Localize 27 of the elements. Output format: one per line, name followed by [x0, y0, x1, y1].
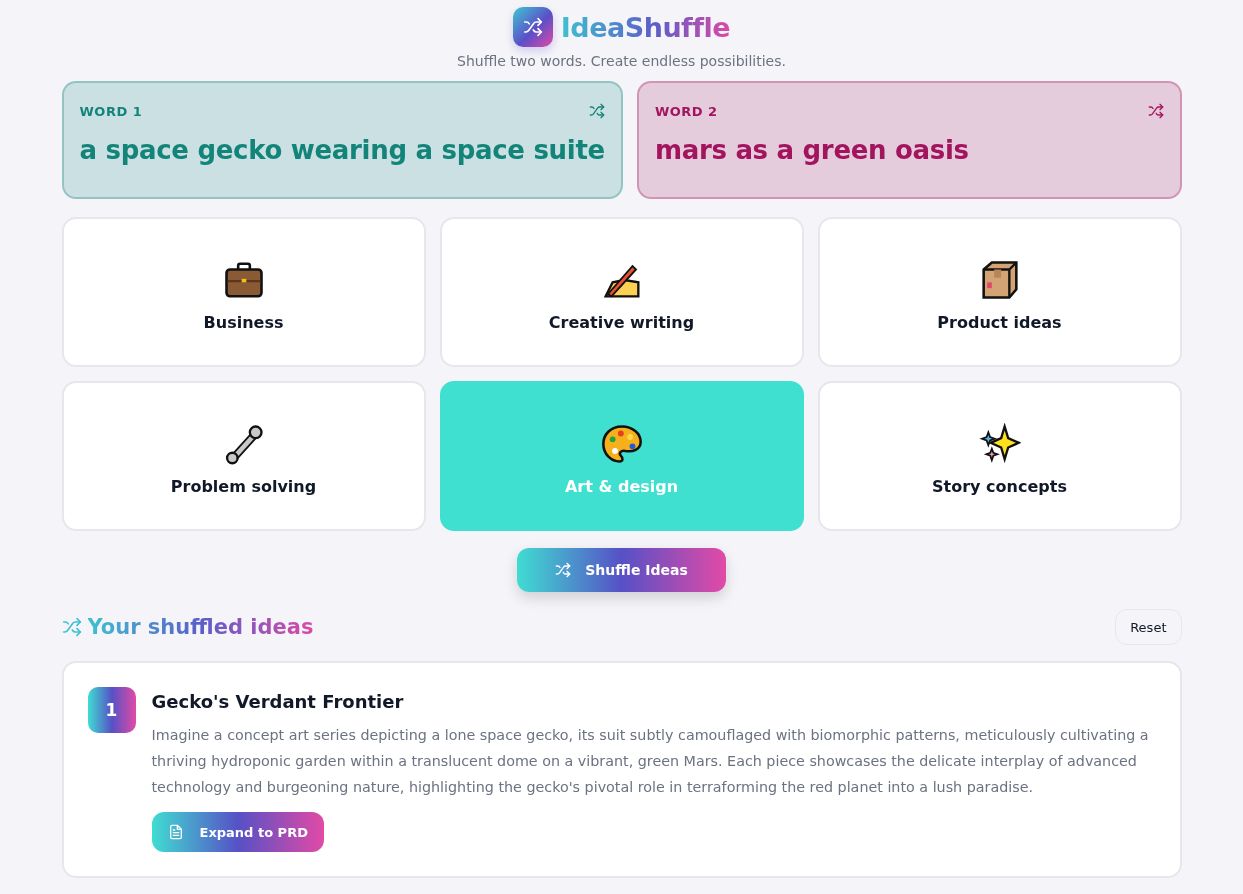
idea-title: Gecko's Verdant Frontier — [151, 691, 405, 712]
expand-button[interactable]: Expand to PRD — [151, 812, 324, 852]
reset-button[interactable]: Reset — [1115, 609, 1182, 645]
word-value: a space gecko wearing a space suite — [79, 135, 605, 165]
category-card[interactable]: Product ideas — [817, 217, 1182, 367]
word-value: mars as a green oasis — [654, 135, 970, 165]
shuffle-icon — [555, 562, 572, 578]
tagline: Shuffle two words. Create endless possibilities. — [457, 53, 786, 69]
word-label: WORD 2 — [654, 103, 718, 119]
sparkles-icon — [978, 423, 1021, 465]
idea-number: 1 — [87, 687, 136, 733]
idea-description: Imagine a concept art series depicting a lone space gecko, its suit subtly camouflaged with biomorphic patterns, meticulously cultivating a thriving hydroponic garden within a translucent dome on a vibrant, green Mars. Each piece showcases the delicate interplay of advanced technology and burgeoning nature, highlighting the gecko's pivotal role in terraforming the red planet into a lush paradise. — [151, 726, 1150, 797]
shuffle-ideas-button[interactable]: Shuffle Ideas — [517, 548, 726, 592]
category-card[interactable]: Creative writing — [439, 217, 804, 367]
shuffle-icon — [1147, 103, 1164, 119]
shuffle-icon — [61, 617, 82, 637]
briefcase-icon — [222, 259, 265, 301]
word-label: WORD 1 — [79, 103, 143, 119]
document-icon — [167, 824, 184, 840]
shuffle-icon — [588, 103, 605, 119]
palette-icon — [600, 423, 643, 465]
shuffle-word-button[interactable] — [1147, 103, 1164, 119]
logo-icon — [512, 7, 553, 47]
shuffle-word-button[interactable] — [588, 103, 605, 119]
category-card[interactable]: Problem solving — [61, 381, 426, 531]
category-card[interactable]: Business — [61, 217, 426, 367]
category-card[interactable]: Story concepts — [817, 381, 1182, 531]
